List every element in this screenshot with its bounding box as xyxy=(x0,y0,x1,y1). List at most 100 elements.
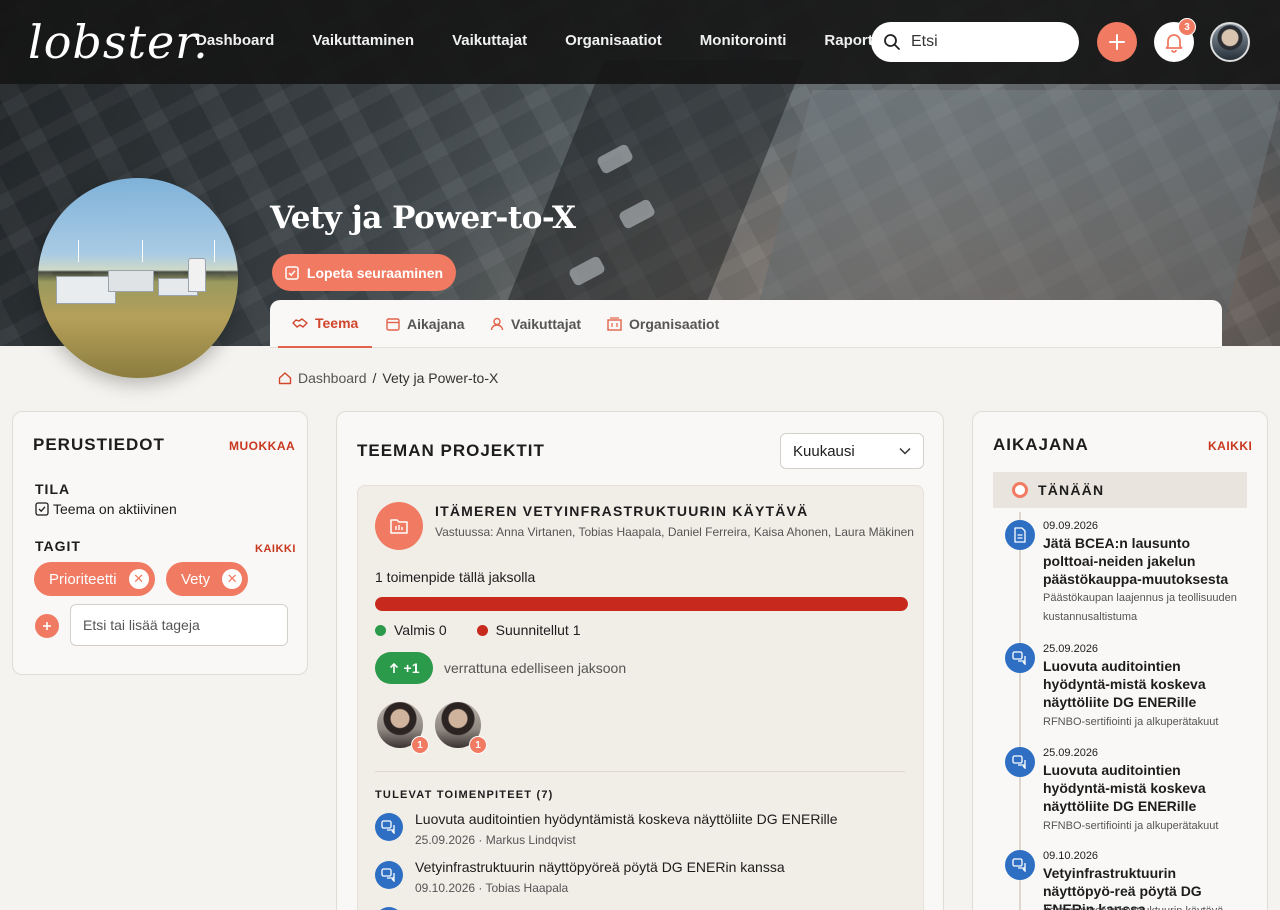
search-icon xyxy=(884,34,900,50)
lobster-logo[interactable]: lobster. xyxy=(28,14,209,70)
person-count-badge: 1 xyxy=(469,736,487,754)
timeline-all-link[interactable]: KAIKKI xyxy=(1208,439,1252,453)
status-row: Teema on aktiivinen xyxy=(35,501,177,517)
tags-all-link[interactable]: KAIKKI xyxy=(255,543,296,555)
nav-link-organisaatiot[interactable]: Organisaatiot xyxy=(565,30,662,52)
progress-legend: Valmis 0 Suunnitellut 1 xyxy=(375,622,581,638)
remove-tag-icon[interactable]: ✕ xyxy=(222,569,243,589)
tab-vaikuttajat[interactable]: Vaikuttajat xyxy=(476,300,595,348)
status-value: Teema on aktiivinen xyxy=(53,501,177,517)
chat-icon xyxy=(1005,747,1035,777)
timeline-item[interactable]: 25.09.2026 Luovuta auditointien hyödyntä… xyxy=(1005,747,1255,837)
projects-card: TEEMAN PROJEKTIT Kuukausi ITÄMEREN VETYI… xyxy=(336,411,944,910)
document-icon xyxy=(1005,520,1035,550)
breadcrumb: Dashboard / Vety ja Power-to-X xyxy=(278,370,498,386)
today-marker: TÄNÄÄN xyxy=(993,472,1247,508)
arrow-up-icon xyxy=(389,662,398,673)
project-progress-bar xyxy=(375,597,908,611)
timeline-date: 09.09.2026 xyxy=(1043,520,1099,532)
user-avatar[interactable] xyxy=(1210,22,1250,62)
nav-link-vaikuttaminen[interactable]: Vaikuttaminen xyxy=(312,30,414,52)
timeline-item-title: Jätä BCEA:n lausunto polttoai-neiden jak… xyxy=(1043,535,1229,587)
timeline-item-desc: RFNBO-sertifiointi ja alkuperätakuut xyxy=(1043,820,1219,832)
tab-aikajana[interactable]: Aikajana xyxy=(372,300,479,348)
tag-chip: Prioriteetti ✕ xyxy=(34,562,155,596)
today-ring-icon xyxy=(1012,482,1028,498)
notification-count-badge: 3 xyxy=(1178,18,1196,36)
tags-label: TAGIT xyxy=(35,538,81,554)
status-label: TILA xyxy=(35,481,71,497)
page-title: Vety ja Power-to-X xyxy=(270,200,576,236)
timeline-item[interactable]: 09.09.2026 Jätä BCEA:n lausunto polttoai… xyxy=(1005,520,1255,626)
wind-turbine-shape xyxy=(214,240,215,262)
tag-chip: Vety ✕ xyxy=(166,562,249,596)
timeline-item[interactable]: 25.09.2026 Luovuta auditointien hyödyntä… xyxy=(1005,643,1255,733)
plant-tank-shape xyxy=(188,258,206,292)
global-search[interactable] xyxy=(871,22,1079,62)
tag-label: Prioriteetti xyxy=(49,570,117,588)
upcoming-action-item[interactable]: Vetyinfrastruktuurin näyttöpyöreä pöytä … xyxy=(375,859,895,903)
search-input[interactable] xyxy=(911,33,1061,51)
delta-badge: +1 xyxy=(375,652,433,684)
breadcrumb-home-link[interactable]: Dashboard xyxy=(298,370,367,386)
nav-link-dashboard[interactable]: Dashboard xyxy=(196,30,274,52)
edit-link[interactable]: MUOKKAA xyxy=(229,439,295,453)
breadcrumb-separator: / xyxy=(372,370,377,386)
timeline-item-desc: RFNBO-sertifiointi ja alkuperätakuut xyxy=(1043,716,1219,728)
unfollow-button[interactable]: Lopeta seuraaminen xyxy=(272,254,456,291)
plus-icon xyxy=(43,622,51,630)
handshake-icon xyxy=(292,318,308,328)
tab-organisaatiot[interactable]: Organisaatiot xyxy=(593,300,733,348)
planned-label: Suunnitellut 1 xyxy=(495,622,581,638)
building-icon xyxy=(607,317,622,331)
timeline-item[interactable]: 09.10.2026 Vetyinfrastruktuurin näyttöpy… xyxy=(1005,850,1255,910)
main-nav: Dashboard Vaikuttaminen Vaikuttajat Orga… xyxy=(196,30,882,52)
planned-dot-icon xyxy=(476,624,488,636)
basics-card: PERUSTIEDOT MUOKKAA TILA Teema on aktiiv… xyxy=(12,411,308,675)
upcoming-actions-title: TULEVAT TOIMENPITEET (7) xyxy=(375,789,554,801)
nav-link-monitorointi[interactable]: Monitorointi xyxy=(700,30,787,52)
basics-title: PERUSTIEDOT xyxy=(33,435,165,454)
timeline-card: AIKAJANA KAIKKI TÄNÄÄN 09.09.2026 Jätä B… xyxy=(972,411,1268,910)
tag-search-input[interactable] xyxy=(70,604,288,646)
person-count-badge: 1 xyxy=(411,736,429,754)
nav-link-vaikuttajat[interactable]: Vaikuttajat xyxy=(452,30,527,52)
delta-text: verrattuna edelliseen jaksoon xyxy=(444,660,627,676)
period-select[interactable]: Kuukausi xyxy=(780,433,924,469)
add-tag-button[interactable] xyxy=(35,614,59,638)
projects-title: TEEMAN PROJEKTIT xyxy=(357,441,545,460)
timeline-date: 25.09.2026 xyxy=(1043,643,1099,655)
unfollow-button-label: Lopeta seuraaminen xyxy=(306,264,444,281)
today-label: TÄNÄÄN xyxy=(1038,482,1105,498)
timeline-item-desc: Itämeren vetyinfrastruktuurin käytävä xyxy=(1043,902,1243,910)
tab-label: Teema xyxy=(315,315,359,331)
breadcrumb-current: Vety ja Power-to-X xyxy=(382,370,499,386)
person-icon xyxy=(490,317,504,331)
project-action-count: 1 toimenpide tällä jaksolla xyxy=(375,569,536,585)
theme-photo xyxy=(38,178,238,378)
tab-label: Aikajana xyxy=(407,316,465,332)
chat-icon xyxy=(1005,850,1035,880)
checkbox-checked-icon xyxy=(35,502,49,516)
project-title[interactable]: ITÄMEREN VETYINFRASTRUKTUURIN KÄYTÄVÄ xyxy=(435,503,808,519)
chat-icon xyxy=(1005,643,1035,673)
tab-label: Organisaatiot xyxy=(629,316,720,332)
tab-teema[interactable]: Teema xyxy=(278,300,373,348)
notifications-button[interactable]: 3 xyxy=(1154,18,1196,62)
upcoming-action-meta: 25.09.2026 · Markus Lindqvist xyxy=(415,833,576,847)
add-button[interactable] xyxy=(1097,22,1137,62)
upcoming-action-meta: 09.10.2026 · Tobias Haapala xyxy=(415,881,569,895)
divider xyxy=(375,771,905,772)
person-avatar[interactable]: 1 xyxy=(433,700,487,754)
project-responsible: Vastuussa: Anna Virtanen, Tobias Haapala… xyxy=(435,525,914,539)
project-icon xyxy=(375,502,423,550)
remove-tag-icon[interactable]: ✕ xyxy=(128,569,149,589)
person-avatar[interactable]: 1 xyxy=(375,700,429,754)
upcoming-action-item[interactable]: Luovuta auditointien hyödyntämistä koske… xyxy=(375,811,895,855)
project-card[interactable]: ITÄMEREN VETYINFRASTRUKTUURIN KÄYTÄVÄ Va… xyxy=(357,485,924,910)
timeline-title: AIKAJANA xyxy=(993,435,1089,454)
timeline-item-title: Luovuta auditointien hyödyntä-mistä kosk… xyxy=(1043,762,1206,814)
done-dot-icon xyxy=(375,624,386,636)
tab-label: Vaikuttajat xyxy=(511,316,582,332)
chat-icon xyxy=(375,861,403,889)
